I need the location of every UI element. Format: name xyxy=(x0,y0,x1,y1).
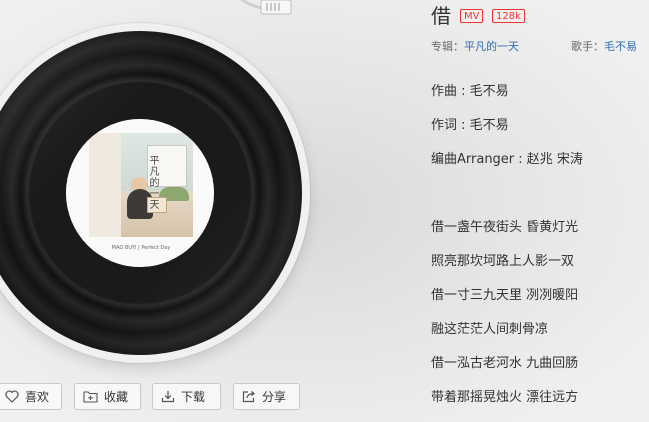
lyric-line: 带着那摇晃烛火 漂往远方 xyxy=(431,390,579,405)
tonearm xyxy=(239,0,292,15)
share-button[interactable]: 分享 xyxy=(233,383,300,410)
lyric-line: 编曲Arranger : 赵兆 宋涛 xyxy=(431,152,583,167)
record-label: 平凡的一天 MAO BUYI | Perfect Day xyxy=(66,119,214,267)
collect-label: 收藏 xyxy=(104,390,129,404)
lyric-line: 照亮那坎坷路上人影一双 xyxy=(431,254,575,269)
share-label: 分享 xyxy=(262,390,287,404)
singer-link[interactable]: 毛不易 xyxy=(604,40,637,53)
album-cover-title: 平凡的一天 xyxy=(147,155,158,210)
mv-badge[interactable]: MV xyxy=(460,9,484,23)
lyric-line: 借一泓古老河水 九曲回肠 xyxy=(431,356,579,371)
collect-button[interactable]: 收藏 xyxy=(74,383,141,410)
like-button[interactable]: 喜欢 xyxy=(0,383,62,410)
singer-info: 歌手：毛不易 xyxy=(571,40,637,54)
lyric-line: 作曲 : 毛不易 xyxy=(431,84,509,99)
download-icon xyxy=(161,391,175,403)
singer-label: 歌手： xyxy=(571,40,604,53)
heart-icon xyxy=(5,390,19,403)
album-link[interactable]: 平凡的一天 xyxy=(464,40,519,53)
share-icon xyxy=(242,391,255,403)
album-info: 专辑：平凡的一天 xyxy=(431,40,519,54)
quality-badge[interactable]: 128k xyxy=(492,9,525,23)
vinyl-record: 平凡的一天 MAO BUYI | Perfect Day xyxy=(0,31,302,355)
lyric-line: 作词 : 毛不易 xyxy=(431,118,509,133)
like-label: 喜欢 xyxy=(25,390,50,404)
album-cover-shelf xyxy=(89,133,121,237)
lyric-line: 融这茫茫人间刺骨凉 xyxy=(431,322,549,337)
download-label: 下载 xyxy=(181,390,206,404)
album-cover: 平凡的一天 MAO BUYI | Perfect Day xyxy=(66,119,214,267)
add-folder-icon xyxy=(83,391,98,403)
song-title: 借 xyxy=(431,4,451,28)
record-player: 平凡的一天 MAO BUYI | Perfect Day xyxy=(0,23,310,363)
lyric-line: 借一盏午夜街头 昏黄灯光 xyxy=(431,220,579,235)
lyric-line: 借一寸三九天里 冽冽暖阳 xyxy=(431,288,579,303)
download-button[interactable]: 下载 xyxy=(152,383,221,410)
album-label: 专辑： xyxy=(431,40,464,53)
album-cover-photo: 平凡的一天 xyxy=(89,133,193,237)
album-cover-footer: MAO BUYI | Perfect Day xyxy=(111,245,171,251)
